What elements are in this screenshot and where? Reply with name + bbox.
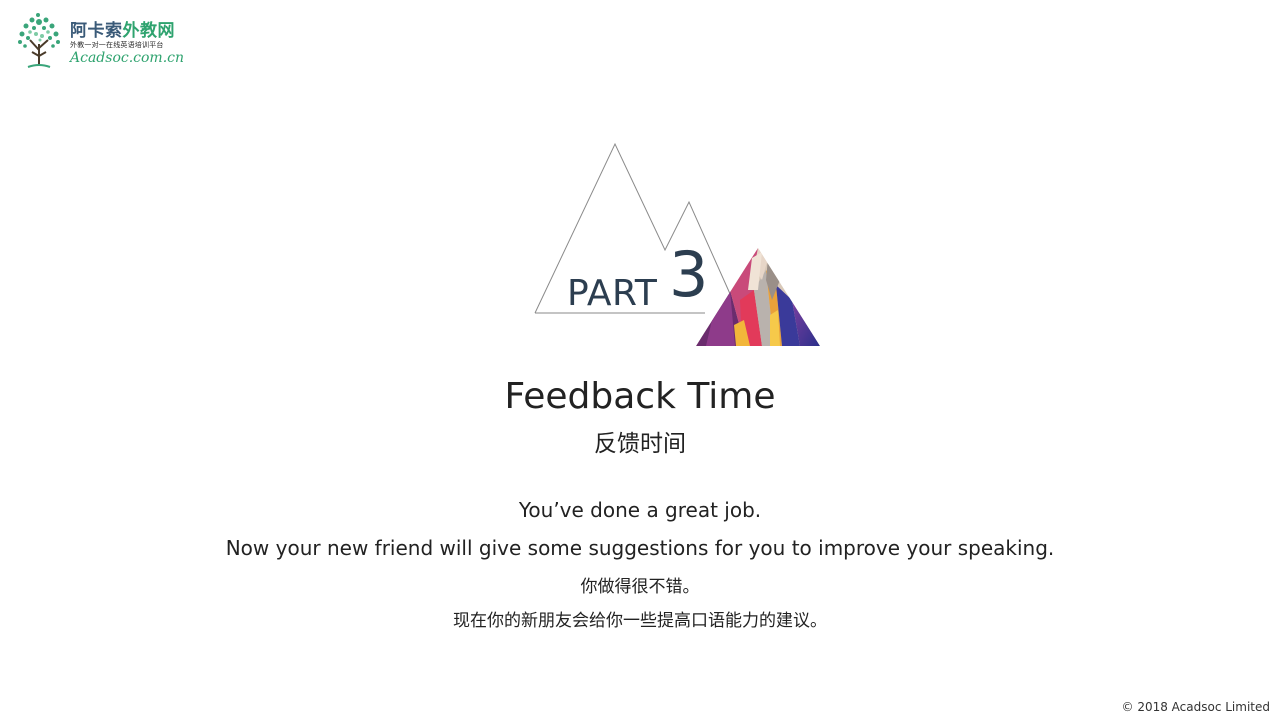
logo-url: Acadsoc.com.cn xyxy=(70,50,185,66)
body-line-cn-2: 现在你的新朋友会给你一些提高口语能力的建议。 xyxy=(453,611,827,631)
part-number: 3 xyxy=(669,238,709,311)
tree-icon xyxy=(18,13,60,68)
slide-subtitle: 反馈时间 xyxy=(594,431,686,457)
copyright-text: © 2018 Acadsoc Limited xyxy=(1121,700,1271,714)
acadsoc-logo: 阿卡索外教网 外教一对一在线英语培训平台 Acadsoc.com.cn xyxy=(14,10,184,72)
part-label: PART xyxy=(567,273,658,314)
body-line-en-2: Now your new friend will give some sugge… xyxy=(225,536,1055,560)
photo-triangle xyxy=(696,248,820,346)
logo-tagline: 外教一对一在线英语培训平台 xyxy=(70,41,164,49)
slide-title: Feedback Time xyxy=(504,376,776,417)
logo-name: 阿卡索外教网 xyxy=(70,16,175,41)
body-line-cn-1: 你做得很不错。 xyxy=(580,577,700,597)
logo-name-part1: 阿卡索 xyxy=(70,21,123,41)
slide: 阿卡索外教网 外教一对一在线英语培训平台 Acadsoc.com.cn PART… xyxy=(0,0,1280,720)
body-line-en-1: You’ve done a great job. xyxy=(518,498,762,522)
logo-name-part2: 外教网 xyxy=(122,21,175,41)
